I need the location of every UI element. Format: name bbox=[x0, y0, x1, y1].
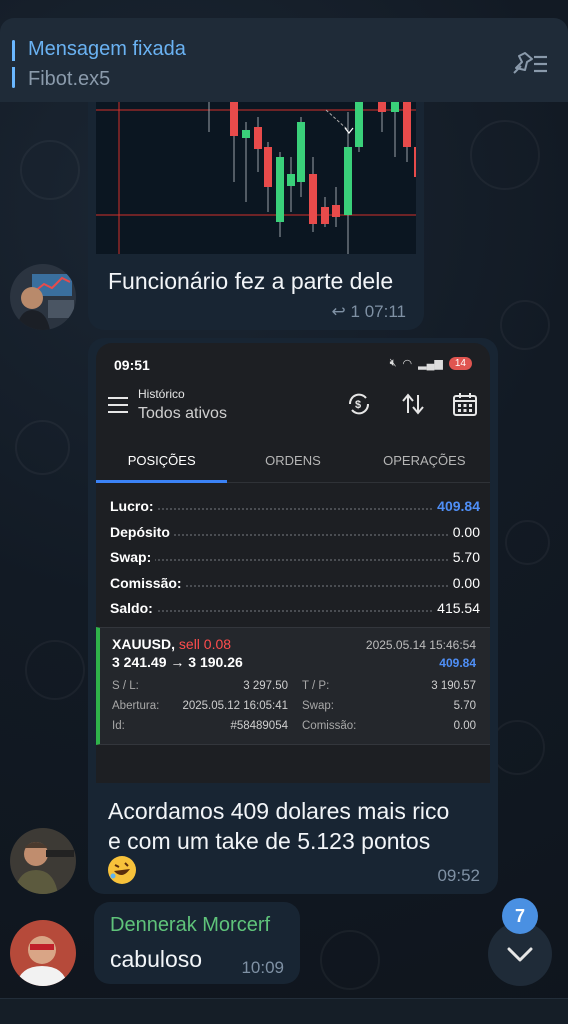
message-time: 09:52 bbox=[437, 866, 480, 885]
summary-row-swap: Swap: 5.70 bbox=[110, 549, 480, 565]
account-summary: Lucro: 409.84 Depósito 0.00 Swap: 5.70 Comi… bbox=[110, 495, 480, 623]
trade-close-date: 2025.05.14 15:46:54 bbox=[365, 638, 476, 652]
trade-symbol: XAUUSD, sell 0.08 bbox=[112, 636, 232, 652]
tab-operacoes[interactable]: OPERAÇÕES bbox=[359, 443, 490, 482]
pinned-message-bar[interactable]: Mensagem fixada Fibot.ex5 bbox=[0, 18, 568, 102]
candlestick-chart-image[interactable] bbox=[96, 102, 416, 254]
rolling-on-floor-laughing-emoji bbox=[108, 856, 136, 884]
commission-value: 0.00 bbox=[453, 720, 476, 732]
pinned-accent-line bbox=[12, 40, 15, 88]
swap-label: Swap: bbox=[302, 700, 334, 712]
svg-text:$: $ bbox=[355, 399, 361, 411]
sort-icon[interactable] bbox=[400, 391, 426, 417]
bottom-bar bbox=[0, 998, 568, 1024]
trading-app-screenshot[interactable]: 09:51 🔇︎ ◠ ▂▄▆ 14 Histórico Todos ativos… bbox=[96, 343, 490, 783]
trade-side: sell 0.08 bbox=[178, 636, 232, 652]
unread-count-badge: 7 bbox=[502, 898, 538, 934]
status-time: 09:51 bbox=[114, 357, 150, 373]
summary-row-comissao: Comissão: 0.00 bbox=[110, 574, 480, 591]
sl-label: S / L: bbox=[112, 680, 139, 692]
pinned-title: Mensagem fixada bbox=[28, 38, 186, 60]
id-value: #58489054 bbox=[230, 720, 288, 732]
chevron-down-icon bbox=[507, 947, 533, 962]
app-title: Histórico bbox=[138, 387, 185, 401]
menu-icon[interactable] bbox=[108, 397, 128, 413]
tab-posicoes[interactable]: POSIÇÕES bbox=[96, 443, 228, 483]
message-text-bubble[interactable]: Dennerak Morcerf cabuloso 10:09 bbox=[94, 902, 300, 984]
sl-value: 3 297.50 bbox=[243, 680, 288, 692]
reply-count[interactable]: 1 bbox=[351, 302, 360, 321]
message-screenshot[interactable]: 09:51 🔇︎ ◠ ▂▄▆ 14 Histórico Todos ativos… bbox=[88, 338, 498, 894]
summary-row-saldo: Saldo: 415.54 bbox=[110, 600, 480, 616]
avatar[interactable] bbox=[10, 264, 76, 330]
tp-value: 3 190.57 bbox=[431, 680, 476, 692]
trade-profit: 409.84 bbox=[439, 656, 476, 670]
currency-exchange-icon[interactable]: $ bbox=[346, 391, 372, 417]
open-label: Abertura: bbox=[112, 700, 160, 712]
message-text: Funcionário fez a parte dele bbox=[108, 268, 394, 294]
trade-prices: 3 241.49 → 3 190.26 bbox=[112, 654, 243, 670]
message-time: 10:09 bbox=[241, 958, 284, 977]
status-icons: 🔇︎ ◠ ▂▄▆ 14 bbox=[390, 357, 472, 370]
calendar-icon[interactable] bbox=[452, 391, 478, 417]
pin-list-icon[interactable] bbox=[510, 48, 550, 80]
avatar[interactable] bbox=[10, 920, 76, 986]
wifi-icon: ◠ bbox=[402, 358, 413, 370]
id-label: Id: bbox=[112, 720, 125, 732]
avatar[interactable] bbox=[10, 828, 76, 894]
message-chart-image[interactable]: Funcionário fez a parte dele ↩ 1 07:11 bbox=[88, 102, 424, 330]
app-subtitle: Todos ativos bbox=[138, 405, 227, 422]
trade-item[interactable]: XAUUSD, sell 0.08 3 241.49 → 3 190.26 20… bbox=[96, 627, 490, 745]
message-time: 07:11 bbox=[364, 302, 406, 321]
summary-row-lucro: Lucro: 409.84 bbox=[110, 498, 480, 514]
reply-arrow-icon: ↩ bbox=[331, 302, 346, 321]
tp-label: T / P: bbox=[302, 680, 330, 692]
message-text: Acordamos 409 dolares mais rico e com um… bbox=[108, 798, 450, 854]
tab-bar: POSIÇÕES ORDENS OPERAÇÕES bbox=[96, 443, 490, 483]
open-value: 2025.05.12 16:05:41 bbox=[182, 700, 288, 712]
commission-label: Comissão: bbox=[302, 720, 357, 732]
tab-ordens[interactable]: ORDENS bbox=[227, 443, 358, 482]
mute-icon: 🔇︎ bbox=[389, 357, 397, 369]
summary-row-deposito: Depósito 0.00 bbox=[110, 523, 480, 540]
message-text: cabuloso bbox=[110, 946, 203, 972]
battery-badge: 14 bbox=[448, 357, 472, 370]
message-meta: ↩ 1 07:11 bbox=[332, 302, 406, 322]
app-bar: Histórico Todos ativos $ bbox=[96, 383, 490, 431]
signal-icon: ▂▄▆ bbox=[418, 358, 443, 370]
swap-value: 5.70 bbox=[453, 700, 476, 712]
pinned-subtitle: Fibot.ex5 bbox=[28, 68, 111, 90]
sender-name[interactable]: Dennerak Morcerf bbox=[110, 914, 270, 937]
